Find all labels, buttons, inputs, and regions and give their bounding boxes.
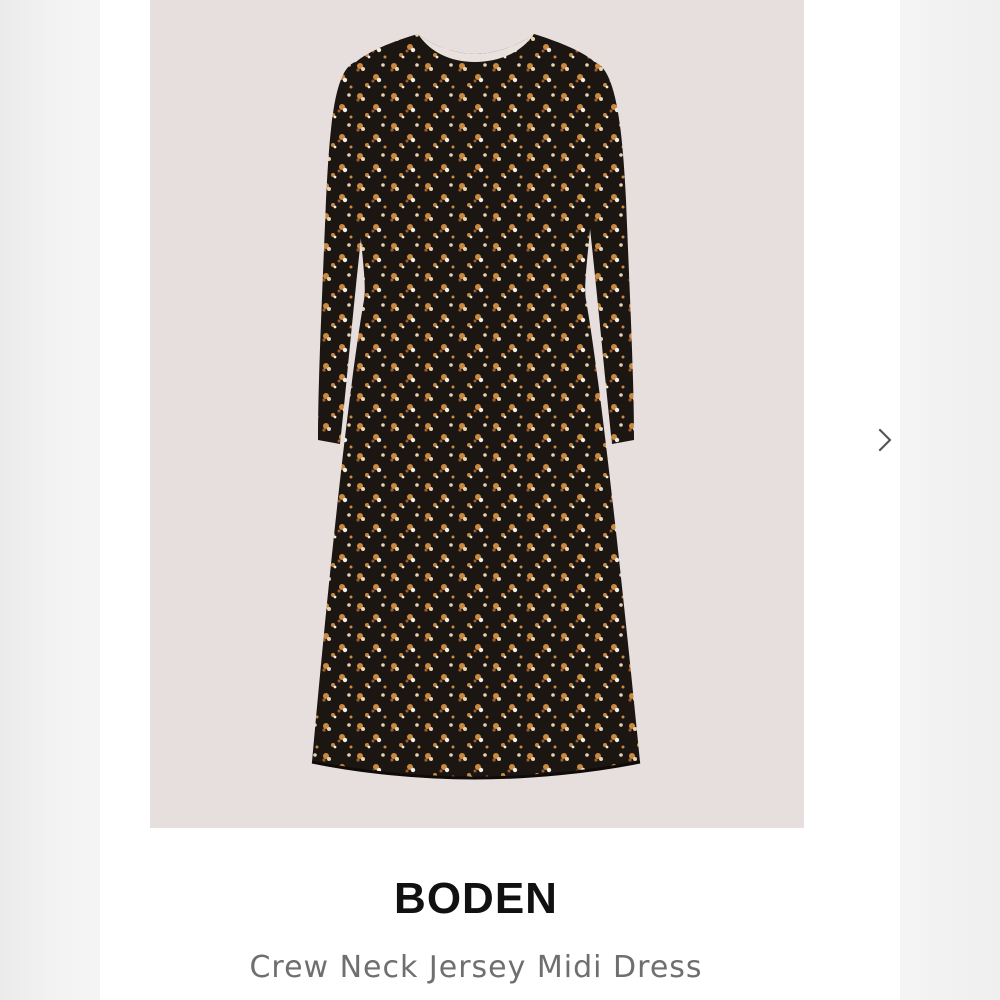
product-page: BODEN Crew Neck Jersey Midi Dress <box>0 0 1000 1000</box>
brand-name: BODEN <box>394 874 558 923</box>
product-title: Crew Neck Jersey Midi Dress <box>249 950 703 985</box>
carousel-next-button[interactable] <box>870 422 900 458</box>
dress-illustration <box>311 34 641 780</box>
product-card: BODEN Crew Neck Jersey Midi Dress <box>100 0 900 1000</box>
dress-body <box>312 34 640 778</box>
product-image[interactable] <box>150 0 804 828</box>
chevron-right-icon <box>878 428 892 452</box>
